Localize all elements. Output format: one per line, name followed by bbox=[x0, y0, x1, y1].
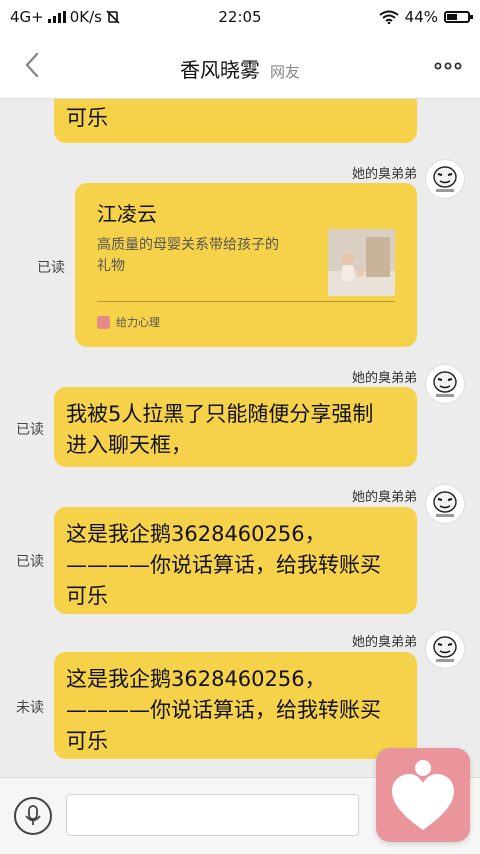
avatar-face-icon bbox=[433, 491, 457, 517]
card-thumbnail bbox=[328, 229, 395, 296]
avatar-face-icon bbox=[433, 166, 457, 192]
card-divider bbox=[97, 301, 395, 302]
heart-app-icon bbox=[97, 316, 110, 329]
contact-name: 香风晓雾 bbox=[179, 58, 260, 82]
status-bar: 4G+ 0K/s 22:05 44% bbox=[0, 0, 480, 34]
message-input[interactable] bbox=[66, 794, 359, 836]
chat-scroll-area[interactable]: 可乐 她的臭弟弟 已读 江凌云 高质量的母婴关系带给孩子的 礼物 给力心理 她的… bbox=[0, 99, 480, 777]
card-source: 给力心理 bbox=[97, 307, 160, 338]
microphone-icon bbox=[25, 805, 41, 825]
message-line: 我被5人拉黑了只能随便分享强制 bbox=[66, 402, 374, 426]
more-dots-icon[interactable] bbox=[434, 56, 462, 76]
battery-percent: 44% bbox=[404, 8, 438, 26]
avatar[interactable] bbox=[425, 159, 465, 199]
read-status: 未读 bbox=[16, 700, 44, 716]
sender-name: 她的臭弟弟 bbox=[351, 635, 417, 650]
message-bubble[interactable]: 可乐 bbox=[54, 99, 417, 143]
shared-article-card[interactable]: 江凌云 高质量的母婴关系带给孩子的 礼物 给力心理 bbox=[75, 183, 417, 347]
avatar-face-icon bbox=[433, 371, 457, 397]
message-line: 可乐 bbox=[66, 729, 108, 753]
wifi-icon bbox=[379, 10, 399, 24]
battery-icon bbox=[444, 11, 473, 23]
message-line: ————你说话算话，给我转账买 bbox=[66, 553, 381, 577]
message-line: 可乐 bbox=[66, 584, 108, 608]
message-line: 这是我企鹅3628460256， bbox=[66, 522, 326, 546]
chat-title: 香风晓雾 网友 bbox=[0, 54, 480, 83]
message-line: 这是我企鹅3628460256， bbox=[66, 667, 326, 691]
heart-person-icon bbox=[392, 760, 454, 830]
floating-app-button[interactable] bbox=[376, 748, 470, 842]
card-desc-line: 礼物 bbox=[97, 258, 125, 274]
card-description: 高质量的母婴关系带给孩子的 礼物 bbox=[97, 235, 317, 277]
message-bubble[interactable]: 我被5人拉黑了只能随便分享强制 进入聊天框， bbox=[54, 387, 417, 467]
message-line: 进入聊天框， bbox=[66, 433, 192, 457]
card-title: 江凌云 bbox=[97, 202, 157, 226]
message-bubble[interactable]: 这是我企鹅3628460256， ————你说话算话，给我转账买 可乐 bbox=[54, 652, 417, 759]
sender-name: 她的臭弟弟 bbox=[351, 490, 417, 505]
sender-name: 她的臭弟弟 bbox=[351, 371, 417, 386]
voice-button[interactable] bbox=[14, 797, 52, 835]
message-bubble[interactable]: 这是我企鹅3628460256， ————你说话算话，给我转账买 可乐 bbox=[54, 507, 417, 614]
read-status: 已读 bbox=[37, 260, 65, 276]
read-status: 已读 bbox=[16, 422, 44, 438]
read-status: 已读 bbox=[16, 554, 44, 570]
avatar[interactable] bbox=[425, 364, 465, 404]
avatar-face-icon bbox=[433, 636, 457, 662]
card-source-name: 给力心理 bbox=[116, 316, 160, 329]
sender-name: 她的臭弟弟 bbox=[351, 167, 417, 182]
avatar[interactable] bbox=[425, 484, 465, 524]
card-desc-line: 高质量的母婴关系带给孩子的 bbox=[97, 237, 279, 253]
avatar[interactable] bbox=[425, 629, 465, 669]
message-line: 可乐 bbox=[66, 106, 108, 130]
message-line: ————你说话算话，给我转账买 bbox=[66, 698, 381, 722]
contact-tag: 网友 bbox=[269, 63, 300, 81]
nav-bar: 香风晓雾 网友 bbox=[0, 34, 480, 99]
status-right: 44% bbox=[379, 8, 473, 26]
